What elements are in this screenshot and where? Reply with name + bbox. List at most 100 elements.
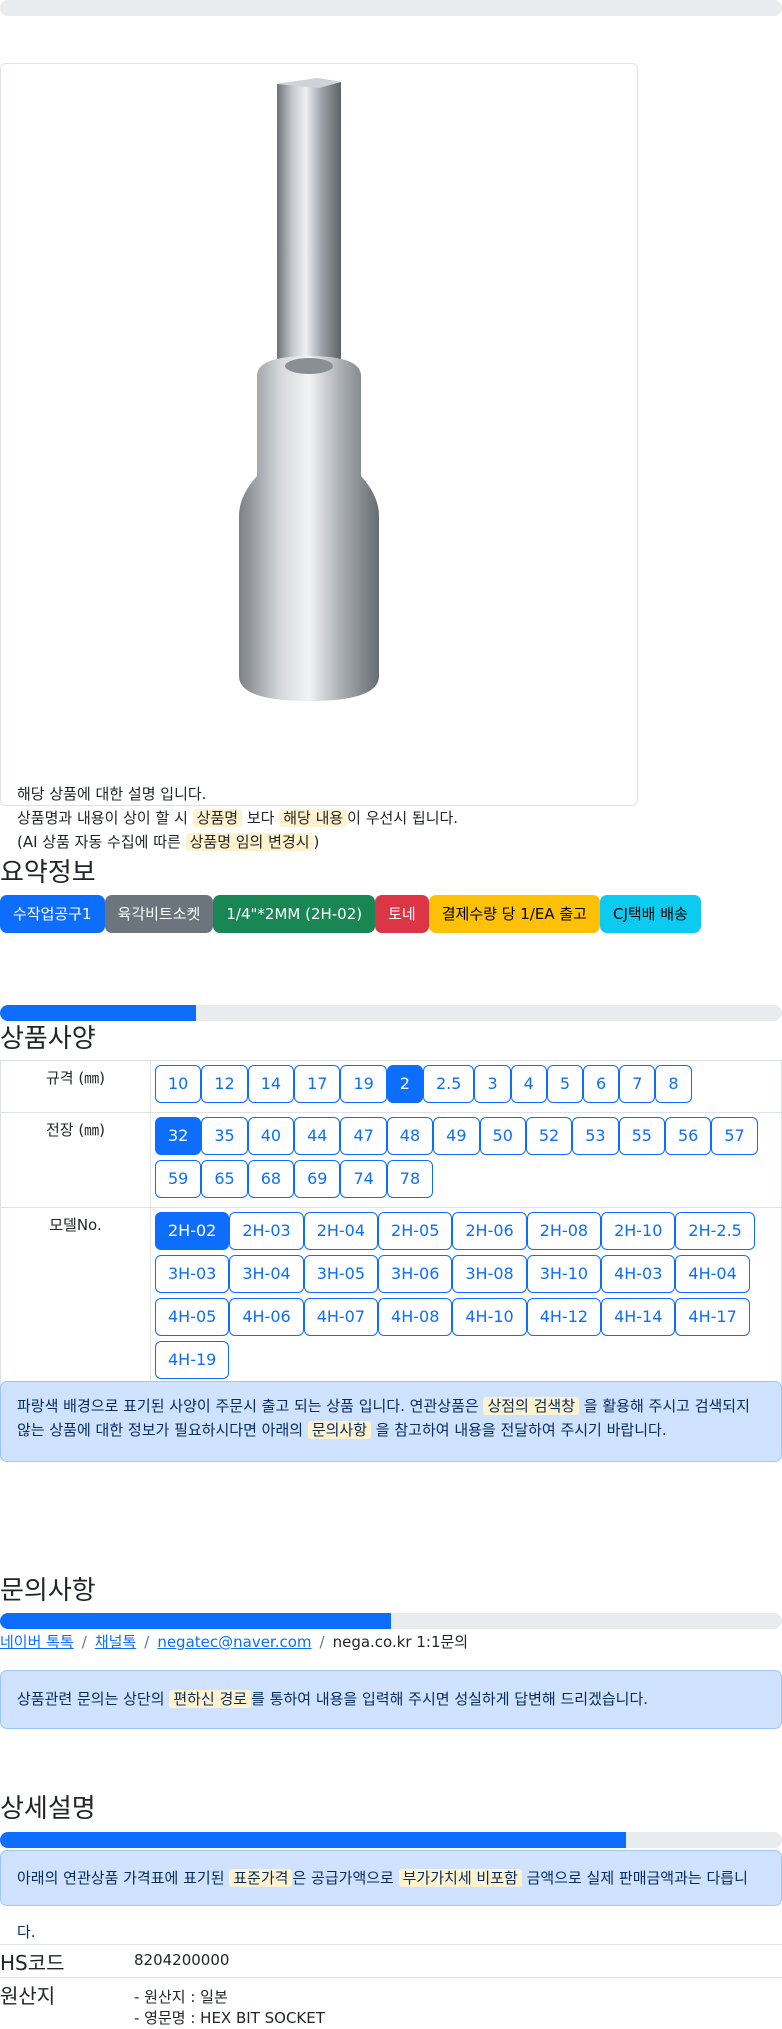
spec-option-button[interactable]: 40 — [247, 1117, 295, 1155]
spec-option-button[interactable]: 74 — [340, 1160, 387, 1198]
spec-option-button[interactable]: 4H-05 — [155, 1298, 230, 1336]
spec-option-button[interactable]: 2H-2.5 — [675, 1212, 755, 1250]
spec-option-button[interactable]: 6 — [583, 1065, 620, 1103]
spec-title: 상품사양 — [0, 1024, 96, 1054]
spec-option-button[interactable]: 4H-03 — [601, 1255, 676, 1293]
spec-option-button[interactable]: 2H-10 — [601, 1212, 676, 1250]
spec-option-button[interactable]: 4H-17 — [675, 1298, 750, 1336]
separator: / — [144, 1633, 150, 1651]
spec-option-button[interactable]: 10 — [155, 1065, 202, 1103]
summary-badge: 결제수량 당 1/EA 출고 — [428, 895, 600, 933]
spec-option-button[interactable]: 57 — [711, 1117, 758, 1155]
inquiry-title: 문의사항 — [0, 1576, 96, 1606]
spec-option-button[interactable]: 2H-05 — [378, 1212, 453, 1250]
spec-option-button[interactable]: 4H-08 — [378, 1298, 453, 1336]
origin-row: 원산지 - 원산지 : 일본 - 영문명 : HEX BIT SOCKET — [0, 1977, 782, 2029]
spec-option-button[interactable]: 2H-03 — [229, 1212, 304, 1250]
spec-option-button[interactable]: 3H-08 — [452, 1255, 527, 1293]
spec-option-button[interactable]: 5 — [546, 1065, 583, 1103]
spec-option-button[interactable]: 4H-10 — [452, 1298, 527, 1336]
spec-option-button[interactable]: 2H-02 — [155, 1212, 230, 1250]
spec-option-button[interactable]: 2.5 — [422, 1065, 475, 1103]
description-line-3: (AI 상품 자동 수집에 따른 상품명 임의 변경시) — [17, 833, 320, 851]
spec-option-button[interactable]: 49 — [433, 1117, 480, 1155]
spec-option-button[interactable]: 68 — [247, 1160, 295, 1198]
spec-option-button[interactable]: 3H-06 — [378, 1255, 453, 1293]
spec-table: 규격 (㎜) 10 12 14 17 19 2 2.5 3 4 5 6 7 8 전장 (㎜) 32 35 40 44… — [0, 1060, 782, 1389]
top-progress-bar — [0, 0, 782, 16]
email-link[interactable]: negatec@naver.com — [157, 1633, 311, 1651]
product-info-table: HS코드 8204200000 원산지 - 원산지 : 일본 - 영문명 : H… — [0, 1944, 782, 2029]
spec-option-button[interactable]: 3 — [474, 1065, 511, 1103]
spec-option-button[interactable]: 8 — [655, 1065, 692, 1103]
spec-row-label: 규격 (㎜) — [0, 1060, 151, 1113]
product-description: 해당 상품에 대한 설명 입니다. 상품명과 내용이 상이 할 시 상품명 보다… — [17, 782, 458, 854]
spec-option-button[interactable]: 32 — [155, 1117, 202, 1155]
spec-options: 2H-02 2H-03 2H-04 2H-05 2H-06 2H-08 2H-10 2H-2.… — [150, 1207, 782, 1389]
spec-row: 규격 (㎜) 10 12 14 17 19 2 2.5 3 4 5 6 7 8 — [0, 1060, 782, 1113]
summary-badge: 육각비트소켓 — [104, 895, 214, 933]
spec-option-button[interactable]: 78 — [386, 1160, 434, 1198]
spec-option-button[interactable]: 3H-03 — [155, 1255, 230, 1293]
spec-option-button[interactable]: 53 — [572, 1117, 619, 1155]
product-card: 해당 상품에 대한 설명 입니다. 상품명과 내용이 상이 할 시 상품명 보다… — [0, 63, 638, 851]
spec-option-button[interactable]: 69 — [294, 1160, 341, 1198]
spec-option-button[interactable]: 48 — [386, 1117, 434, 1155]
spec-row-label: 전장 (㎜) — [0, 1112, 151, 1208]
spec-option-button[interactable]: 4H-07 — [303, 1298, 379, 1336]
spec-option-button[interactable]: 59 — [155, 1160, 202, 1198]
hs-code-value: 8204200000 — [134, 1951, 230, 1969]
origin-label: 원산지 — [0, 1984, 56, 2008]
spec-option-button[interactable]: 47 — [340, 1117, 387, 1155]
separator: / — [319, 1633, 325, 1651]
summary-title: 요약정보 — [0, 858, 96, 888]
spec-option-button[interactable]: 55 — [618, 1117, 665, 1155]
spec-option-button[interactable]: 19 — [340, 1065, 387, 1103]
spec-option-button[interactable]: 7 — [619, 1065, 656, 1103]
spec-option-button[interactable]: 50 — [479, 1117, 526, 1155]
origin-line-2: - 영문명 : HEX BIT SOCKET — [134, 2009, 325, 2027]
spec-option-button[interactable]: 4H-14 — [601, 1298, 676, 1336]
spec-option-button[interactable]: 4H-12 — [526, 1298, 602, 1336]
spec-option-button[interactable]: 56 — [664, 1117, 712, 1155]
spec-option-button[interactable]: 52 — [525, 1117, 573, 1155]
origin-line-1: - 원산지 : 일본 — [134, 1988, 228, 2006]
spec-row: 전장 (㎜) 32 35 40 44 47 48 49 50 52 53 55 56 57 59 65 68 69… — [0, 1112, 782, 1208]
spec-option-button[interactable]: 4H-06 — [229, 1298, 304, 1336]
spec-notice: 파랑색 배경으로 표기된 사양이 주문시 출고 되는 상품 입니다. 연관상품은… — [0, 1381, 782, 1462]
inquiry-progress-bar — [0, 1613, 782, 1629]
spec-options: 32 35 40 44 47 48 49 50 52 53 55 56 57 59 65 68 69 74 78 — [150, 1112, 782, 1208]
spec-option-button[interactable]: 2 — [386, 1065, 423, 1103]
separator: / — [81, 1633, 87, 1651]
description-line-2: 상품명과 내용이 상이 할 시 상품명 보다 해당 내용 이 우선시 됩니다. — [17, 809, 459, 827]
summary-badge: CJ택배 배송 — [599, 895, 701, 933]
spec-option-button[interactable]: 44 — [294, 1117, 341, 1155]
spec-option-button[interactable]: 35 — [201, 1117, 248, 1155]
hex-bit-socket-image — [239, 78, 379, 701]
spec-option-button[interactable]: 3H-04 — [229, 1255, 304, 1293]
hs-code-label: HS코드 — [0, 1951, 65, 1975]
channeltalk-link[interactable]: 채널톡 — [95, 1633, 136, 1651]
spec-option-button[interactable]: 2H-06 — [452, 1212, 527, 1250]
spec-row-label: 모델No. — [0, 1207, 151, 1389]
summary-badge: 1/4"*2MM (2H-02) — [213, 895, 376, 933]
spec-option-button[interactable]: 17 — [294, 1065, 341, 1103]
spec-option-button[interactable]: 3H-10 — [526, 1255, 602, 1293]
naver-talktalk-link[interactable]: 네이버 톡톡 — [0, 1633, 74, 1651]
summary-badges: 수작업공구1 육각비트소켓 1/4"*2MM (2H-02) 토네 결제수량 당 1/E… — [0, 895, 701, 933]
spec-option-button[interactable]: 2H-04 — [303, 1212, 379, 1250]
detail-notice: 아래의 연관상품 가격표에 표기된 표준가격 은 공급가액으로 부가가치세 비포함… — [0, 1850, 782, 1941]
inquiry-notice: 상품관련 문의는 상단의 편하신 경로 를 통하여 내용을 입력해 주시면 성실하… — [0, 1670, 782, 1729]
summary-badge: 수작업공구1 — [0, 895, 105, 933]
description-line-1: 해당 상품에 대한 설명 입니다. — [17, 785, 207, 803]
spec-option-button[interactable]: 2H-08 — [526, 1212, 602, 1250]
spec-option-button[interactable]: 4H-04 — [675, 1255, 750, 1293]
spec-option-button[interactable]: 65 — [201, 1160, 248, 1198]
spec-progress-bar — [0, 1005, 782, 1021]
spec-option-button[interactable]: 3H-05 — [303, 1255, 379, 1293]
spec-option-button[interactable]: 4H-19 — [155, 1341, 230, 1379]
spec-row: 모델No. 2H-02 2H-03 2H-04 2H-05 2H-06 2H-08 2H-10… — [0, 1207, 782, 1389]
spec-option-button[interactable]: 14 — [247, 1065, 295, 1103]
spec-option-button[interactable]: 12 — [201, 1065, 248, 1103]
spec-option-button[interactable]: 4 — [510, 1065, 547, 1103]
